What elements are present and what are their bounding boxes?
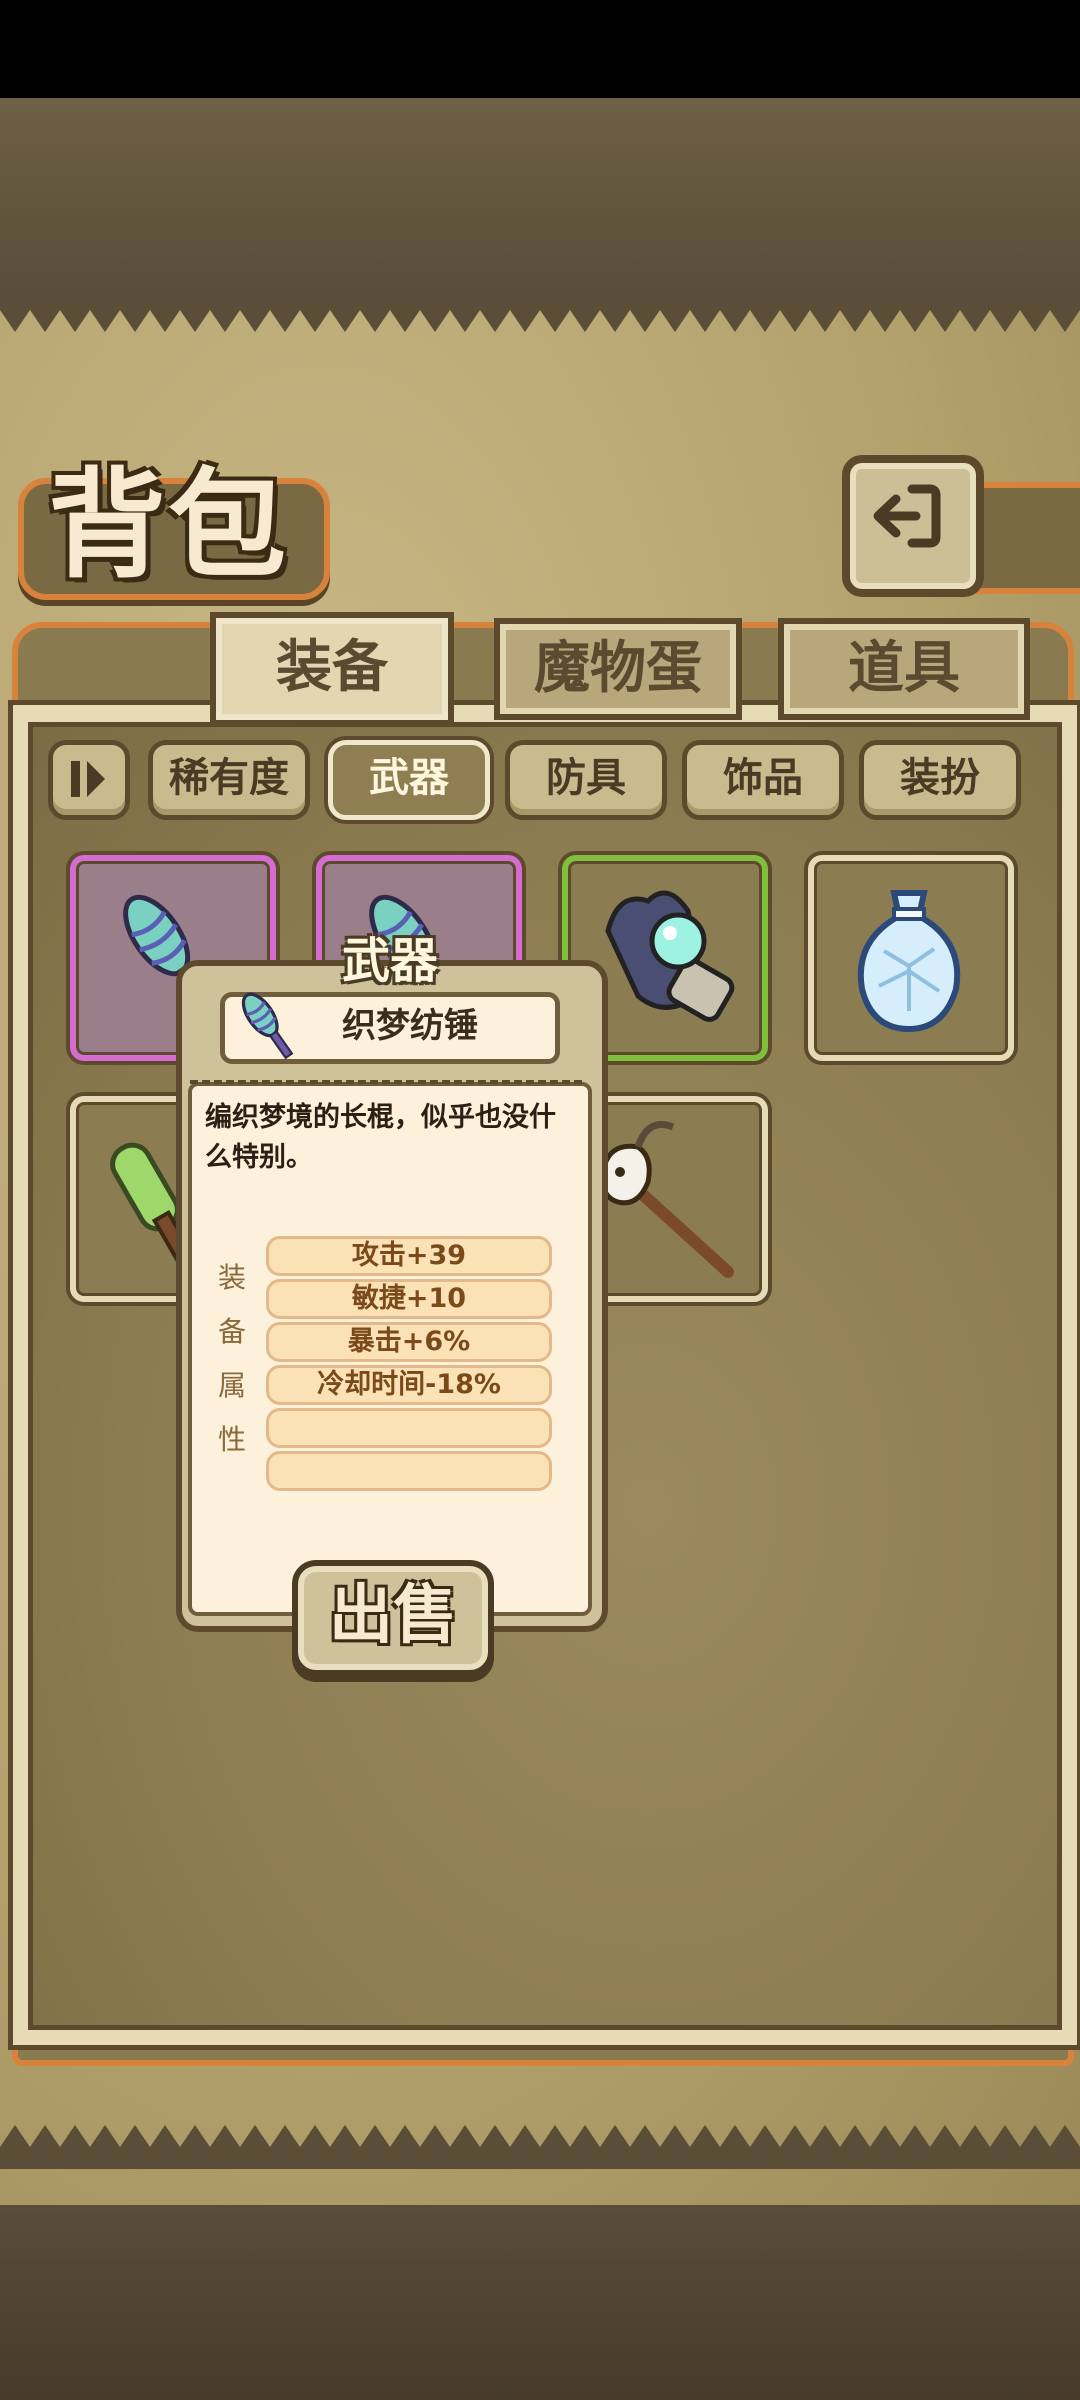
filter-rarity-label: 稀有度 (169, 755, 289, 801)
attributes-label-char: 属 (217, 1369, 246, 1402)
stat-row: 敏捷+10 (266, 1279, 552, 1319)
stat-row (266, 1408, 552, 1448)
filter-costume-label: 装扮 (900, 755, 980, 801)
tab-equipment[interactable]: 装备 (210, 612, 454, 726)
stat-row (266, 1451, 552, 1491)
popup-divider (190, 1080, 582, 1084)
zigzag-border-bottom (0, 2125, 1080, 2169)
sell-button-label: 出售 (329, 1579, 457, 1653)
stat-row: 攻击+39 (266, 1236, 552, 1276)
attributes-label-char: 装 (217, 1261, 246, 1294)
tab-monster-egg-label: 魔物蛋 (534, 636, 702, 701)
stat-text: 暴击+6% (347, 1326, 471, 1357)
filter-armor-label: 防具 (546, 755, 626, 801)
game-screen: 背包 装备 魔物蛋 道具 稀有度 武器 防具 饰品 装扮 武器 织梦纺锤 编织梦… (0, 0, 1080, 2400)
stat-row: 冷却时间-18% (266, 1365, 552, 1405)
filter-costume[interactable]: 装扮 (859, 740, 1021, 820)
dream-weaver-spindle-icon (241, 992, 294, 1060)
back-arrow-icon (873, 484, 941, 548)
filter-weapon[interactable]: 武器 (328, 740, 490, 820)
map-background-top (0, 98, 1080, 288)
filter-weapon-label: 武器 (369, 755, 449, 801)
item-description: 编织梦境的长棍，似乎也没什么特别。 (205, 1102, 556, 1173)
stat-text: 冷却时间-18% (317, 1369, 501, 1400)
filter-rarity[interactable]: 稀有度 (148, 740, 310, 820)
attributes-label-char: 性 (217, 1423, 246, 1456)
zigzag-border-top (0, 288, 1080, 332)
tab-monster-egg[interactable]: 魔物蛋 (494, 618, 742, 720)
inventory-slot[interactable] (808, 855, 1014, 1061)
filter-accessory-label: 饰品 (723, 755, 803, 801)
tab-items[interactable]: 道具 (778, 618, 1030, 720)
sort-toggle-icon (71, 761, 105, 797)
attributes-label-char: 备 (217, 1315, 246, 1348)
status-bar (0, 0, 1080, 98)
tab-equipment-label: 装备 (276, 635, 388, 700)
back-button[interactable] (842, 455, 984, 597)
sell-button[interactable]: 出售 (292, 1560, 494, 1676)
map-background-bottom (0, 2205, 1080, 2400)
crystal-bag-icon (857, 890, 961, 1033)
filter-accessory[interactable]: 饰品 (682, 740, 844, 820)
tab-items-label: 道具 (848, 636, 960, 701)
page-title: 背包 (48, 456, 289, 594)
stat-row: 暴击+6% (266, 1322, 552, 1362)
filter-armor[interactable]: 防具 (505, 740, 667, 820)
stat-text: 敏捷+10 (351, 1283, 467, 1314)
popup-category: 武器 (341, 933, 438, 989)
stat-text: 攻击+39 (351, 1240, 467, 1271)
sort-toggle-button[interactable] (48, 740, 130, 820)
